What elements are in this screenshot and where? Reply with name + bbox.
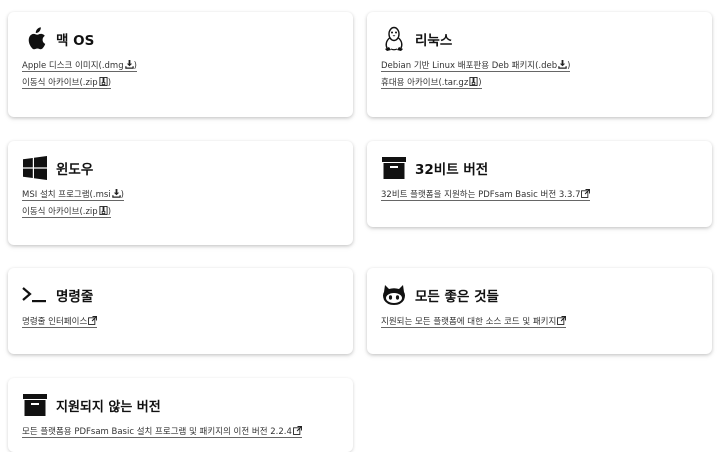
- card-header: 맥 OS: [22, 24, 339, 54]
- apple-icon: [22, 26, 48, 52]
- archive-box-icon: [381, 155, 407, 181]
- external-link-icon: [292, 426, 302, 435]
- card-title: 지원되지 않는 버전: [56, 399, 161, 415]
- card-title: 32비트 버전: [415, 162, 489, 178]
- card-title: 명령줄: [56, 289, 94, 305]
- archive-file-icon: [469, 77, 478, 86]
- card-windows: 윈도우 MSI 설치 프로그램(.msi) 이동식 아카이브(.zip): [8, 141, 353, 245]
- archive-box-icon: [22, 392, 48, 418]
- external-link-icon: [88, 316, 98, 325]
- zip-archive-link[interactable]: 이동식 아카이브(.zip): [22, 75, 339, 92]
- 32bit-version-link[interactable]: 32비트 플랫폼을 지원하는 PDFsam Basic 버전 3.3.7: [381, 187, 698, 204]
- card-unsupported-versions: 지원되지 않는 버전 모든 플랫폼용 PDFsam Basic 설치 프로그램 …: [8, 378, 353, 452]
- card-command-line: 명령줄 명령줄 인터페이스: [8, 268, 353, 354]
- cli-link[interactable]: 명령줄 인터페이스: [22, 314, 339, 331]
- card-header: 32비트 버전: [381, 153, 698, 183]
- github-icon: [381, 282, 407, 308]
- dmg-download-link[interactable]: Apple 디스크 이미지(.dmg): [22, 58, 339, 75]
- card-mac-os: 맥 OS Apple 디스크 이미지(.dmg) 이동식 아카이브(.zip): [8, 12, 353, 117]
- card-title: 윈도우: [56, 162, 94, 178]
- download-icon: [558, 60, 567, 69]
- windows-icon: [22, 155, 48, 181]
- external-link-icon: [581, 189, 591, 198]
- archive-file-icon: [99, 206, 108, 215]
- card-header: 윈도우: [22, 153, 339, 183]
- legacy-version-link[interactable]: 모든 플랫폼용 PDFsam Basic 설치 프로그램 및 패키지의 이전 버…: [22, 424, 339, 441]
- card-header: 지원되지 않는 버전: [22, 390, 339, 420]
- zip-archive-link[interactable]: 이동식 아카이브(.zip): [22, 204, 339, 221]
- targz-archive-link[interactable]: 휴대용 아카이브(.tar.gz): [381, 75, 698, 92]
- card-32bit: 32비트 버전 32비트 플랫폼을 지원하는 PDFsam Basic 버전 3…: [367, 141, 712, 227]
- card-header: 리눅스: [381, 24, 698, 54]
- source-code-link[interactable]: 지원되는 모든 플랫폼에 대한 소스 코드 및 패키지: [381, 314, 698, 331]
- download-icon: [124, 60, 134, 69]
- card-all-good-stuff: 모든 좋은 것들 지원되는 모든 플랫폼에 대한 소스 코드 및 패키지: [367, 268, 712, 354]
- msi-download-link[interactable]: MSI 설치 프로그램(.msi): [22, 187, 339, 204]
- card-title: 맥 OS: [56, 33, 95, 49]
- external-link-icon: [557, 316, 567, 325]
- card-title: 모든 좋은 것들: [415, 289, 499, 305]
- deb-download-link[interactable]: Debian 기반 Linux 배포판용 Deb 패키지(.deb): [381, 58, 698, 75]
- terminal-icon: [22, 282, 48, 308]
- archive-file-icon: [99, 77, 108, 86]
- card-title: 리눅스: [415, 33, 453, 49]
- linux-penguin-icon: [381, 26, 407, 52]
- card-header: 명령줄: [22, 280, 339, 310]
- download-icon: [111, 189, 121, 198]
- card-linux: 리눅스 Debian 기반 Linux 배포판용 Deb 패키지(.deb) 휴…: [367, 12, 712, 117]
- card-header: 모든 좋은 것들: [381, 280, 698, 310]
